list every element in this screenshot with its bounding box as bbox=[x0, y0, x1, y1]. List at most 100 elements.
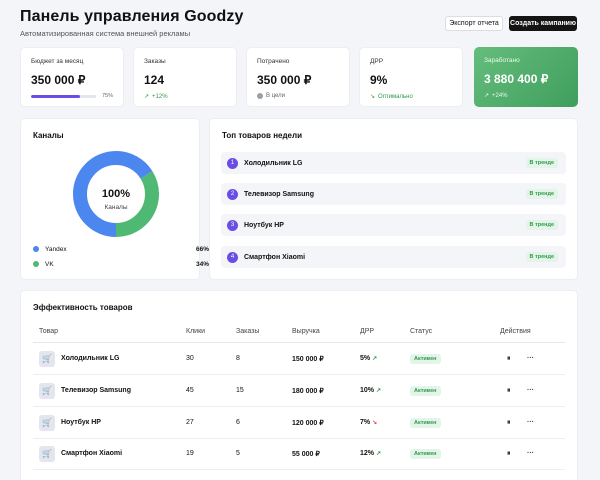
legend-item-vk: VK 34% bbox=[33, 259, 209, 269]
kpi-earned-change-text: +24% bbox=[492, 92, 508, 99]
product-cell: 🛒 Смартфон Xiaomi bbox=[39, 438, 122, 469]
cart-icon: 🛒 bbox=[39, 382, 55, 399]
table-row[interactable]: 🛒 Ноутбук HP 27 6 120 000 ₽ 7% ↘ Активен ⏸ ··· bbox=[33, 407, 565, 439]
status-badge: Активен bbox=[410, 417, 441, 428]
trend-down-icon: ↘ bbox=[370, 94, 376, 100]
legend-yandex-name: Yandex bbox=[45, 245, 67, 253]
column-header-revenue: Выручка bbox=[292, 328, 320, 335]
clicks-cell: 30 bbox=[186, 355, 194, 362]
drr-cell: 7% ↘ bbox=[360, 407, 377, 438]
kpi-spent-status-text: В цели bbox=[266, 93, 286, 99]
drr-value: 12% bbox=[360, 450, 375, 457]
trend-badge: В тренде bbox=[525, 158, 558, 168]
top-product-item[interactable]: 1 Холодильник LG В тренде bbox=[221, 152, 566, 174]
kpi-drr-label: ДРР bbox=[370, 58, 384, 65]
drr-cell: 12% ↗ bbox=[360, 438, 381, 469]
kpi-budget-value: 350 000 ₽ bbox=[31, 73, 86, 87]
more-icon[interactable]: ··· bbox=[527, 343, 534, 374]
cart-icon: 🛒 bbox=[39, 445, 55, 462]
revenue-cell: 120 000 ₽ bbox=[292, 419, 324, 427]
product-name: Холодильник LG bbox=[61, 355, 120, 362]
cart-icon: 🛒 bbox=[39, 350, 55, 367]
column-header-status: Статус bbox=[410, 328, 433, 335]
pause-icon[interactable]: ⏸ bbox=[507, 407, 511, 438]
revenue-cell: 150 000 ₽ bbox=[292, 355, 324, 363]
product-cell: 🛒 Ноутбук HP bbox=[39, 407, 101, 438]
table-row[interactable]: 🛒 Телевизор Samsung 45 15 180 000 ₽ 10% ↗ Актив… bbox=[33, 375, 565, 407]
drr-value: 10% bbox=[360, 387, 375, 394]
top-product-item[interactable]: 4 Смартфон Xiaomi В тренде bbox=[221, 246, 566, 268]
trend-up-icon: ↗ bbox=[484, 93, 490, 99]
clicks-cell: 27 bbox=[186, 419, 194, 426]
column-header-product: Товар bbox=[39, 328, 59, 335]
clicks-cell: 45 bbox=[186, 387, 194, 394]
kpi-orders-label: Заказы bbox=[144, 58, 166, 65]
budget-progress-track bbox=[31, 94, 96, 98]
budget-progress: 75% bbox=[31, 93, 113, 99]
orders-cell: 8 bbox=[236, 355, 240, 362]
create-campaign-button[interactable]: Создать кампанию bbox=[509, 16, 577, 31]
column-header-clicks: Клики bbox=[186, 328, 206, 335]
vk-dot-icon bbox=[33, 261, 39, 267]
page-header: Панель управления Goodzy Автоматизирован… bbox=[20, 8, 580, 42]
kpi-orders-change-text: +12% bbox=[152, 93, 168, 100]
donut-center-value: 100% bbox=[102, 188, 130, 200]
cart-icon: 🛒 bbox=[39, 414, 55, 431]
kpi-budget-label: Бюджет за месяц bbox=[31, 58, 84, 65]
kpi-orders-value: 124 bbox=[144, 73, 165, 87]
pause-icon[interactable]: ⏸ bbox=[507, 343, 511, 374]
orders-cell: 5 bbox=[236, 450, 240, 457]
kpi-spent-status: В цели bbox=[257, 93, 339, 99]
kpi-drr-value: 9% bbox=[370, 73, 388, 87]
kpi-budget-card: Бюджет за месяц 350 000 ₽ 75% bbox=[20, 47, 124, 107]
table-row[interactable]: 🛒 Смартфон Xiaomi 19 5 55 000 ₽ 12% ↗ Активен ⏸ ·… bbox=[33, 438, 565, 470]
drr-value: 5% bbox=[360, 355, 371, 362]
channels-card: Каналы 100% Каналы Yandex 66% VK 34% bbox=[20, 118, 209, 280]
top-products-title: Топ товаров недели bbox=[222, 131, 303, 140]
product-cell: 🛒 Холодильник LG bbox=[39, 343, 119, 374]
pause-icon[interactable]: ⏸ bbox=[507, 438, 511, 469]
rank-badge: 4 bbox=[227, 251, 238, 263]
trend-up-icon: ↗ bbox=[376, 451, 382, 457]
trend-up-icon: ↗ bbox=[376, 388, 382, 394]
column-header-orders: Заказы bbox=[236, 328, 260, 335]
efficiency-title: Эффективность товаров bbox=[33, 303, 133, 312]
top-product-name: Смартфон Xiaomi bbox=[244, 253, 306, 261]
status-cell: Активен bbox=[410, 375, 441, 406]
orders-cell: 6 bbox=[236, 419, 240, 426]
status-badge: Активен bbox=[410, 385, 441, 396]
page-title: Панель управления Goodzy bbox=[20, 8, 244, 25]
pause-icon[interactable]: ⏸ bbox=[507, 375, 511, 406]
top-product-item[interactable]: 2 Телевизор Samsung В тренде bbox=[221, 183, 566, 205]
more-icon[interactable]: ··· bbox=[527, 407, 534, 438]
export-report-button[interactable]: Экспорт отчета bbox=[445, 16, 503, 31]
kpi-spent-label: Потрачено bbox=[257, 58, 290, 65]
legend-vk-name: VK bbox=[45, 260, 54, 268]
top-products-card: Топ товаров недели 1 Холодильник LG В тр… bbox=[209, 118, 578, 280]
kpi-earned-label: Заработано bbox=[484, 57, 520, 64]
page-subtitle: Автоматизированная система внешней рекла… bbox=[20, 29, 191, 38]
drr-cell: 10% ↗ bbox=[360, 375, 381, 406]
kpi-orders-change: ↗ +12% bbox=[144, 93, 226, 101]
yandex-dot-icon bbox=[33, 246, 39, 252]
more-icon[interactable]: ··· bbox=[527, 438, 534, 469]
channels-donut-chart: 100% Каналы bbox=[73, 151, 159, 237]
revenue-cell: 180 000 ₽ bbox=[292, 387, 324, 395]
rank-badge: 1 bbox=[227, 157, 238, 169]
top-product-item[interactable]: 3 Ноутбук HP В тренде bbox=[221, 214, 566, 236]
target-icon bbox=[257, 93, 263, 99]
kpi-earned-card: Заработано 3 880 400 ₽ ↗ +24% bbox=[474, 47, 578, 107]
status-cell: Активен bbox=[410, 438, 441, 469]
kpi-earned-change: ↗ +24% bbox=[484, 92, 568, 100]
trend-up-icon: ↗ bbox=[144, 94, 150, 100]
orders-cell: 15 bbox=[236, 387, 244, 394]
rank-badge: 3 bbox=[227, 219, 238, 231]
kpi-spent-card: Потрачено 350 000 ₽ В цели bbox=[246, 47, 350, 107]
more-icon[interactable]: ··· bbox=[527, 375, 534, 406]
product-name: Смартфон Xiaomi bbox=[61, 450, 123, 457]
table-row[interactable]: 🛒 Холодильник LG 30 8 150 000 ₽ 5% ↗ Активен ⏸ ··… bbox=[33, 343, 565, 375]
kpi-drr-card: ДРР 9% ↘ Оптимально bbox=[359, 47, 463, 107]
trend-down-icon: ↘ bbox=[372, 420, 378, 426]
channels-title: Каналы bbox=[33, 131, 64, 140]
top-product-name: Телевизор Samsung bbox=[244, 190, 314, 198]
